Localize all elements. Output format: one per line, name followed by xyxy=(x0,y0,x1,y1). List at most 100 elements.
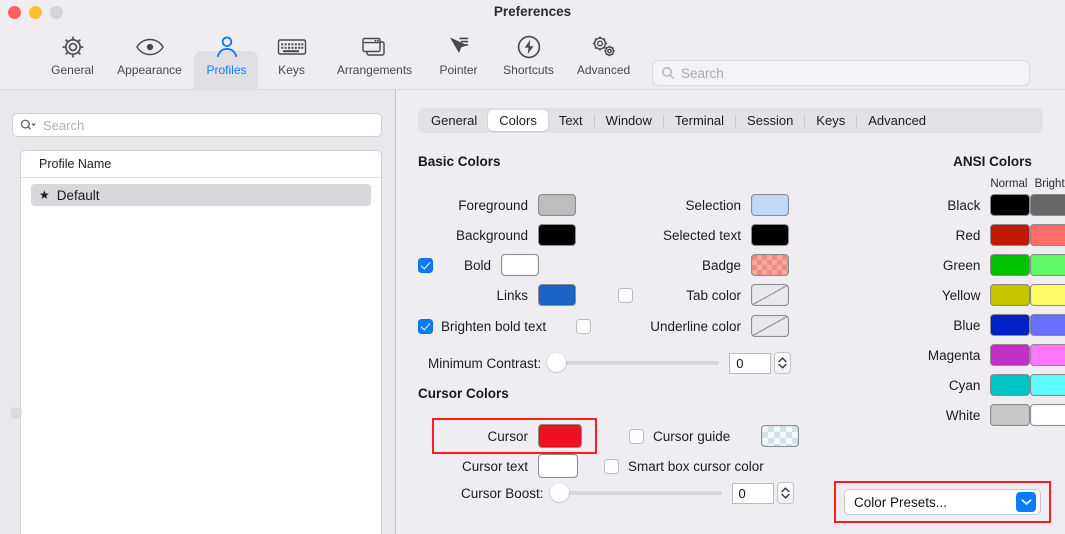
ansi-row-white: White xyxy=(920,400,1065,430)
ansi-blue-bright-swatch[interactable] xyxy=(1029,314,1065,336)
smart-box-cursor-checkbox[interactable] xyxy=(604,458,619,474)
ansi-white-bright-swatch[interactable] xyxy=(1029,404,1065,426)
sidebar-search-input[interactable]: Search xyxy=(12,113,382,137)
background-color-swatch[interactable] xyxy=(538,224,576,246)
links-label: Links xyxy=(496,287,528,303)
eye-icon xyxy=(135,32,165,62)
ansi-blue-normal-swatch[interactable] xyxy=(989,314,1030,336)
cursor-guide-checkbox[interactable] xyxy=(629,428,644,444)
ansi-row-cyan: Cyan xyxy=(920,370,1065,400)
sidebar-resize-handle[interactable] xyxy=(10,407,22,419)
cursor-guide-color-swatch[interactable] xyxy=(761,425,799,447)
ansi-black-normal-swatch[interactable] xyxy=(989,194,1030,216)
stepper-down-icon[interactable] xyxy=(778,363,787,369)
toolbar-item-label: Profiles xyxy=(206,63,247,77)
tab-session[interactable]: Session xyxy=(736,110,804,131)
cursor-boost-label: Cursor Boost: xyxy=(461,485,544,501)
bold-color-row: Bold xyxy=(418,253,539,277)
window-titlebar: Preferences xyxy=(0,0,1065,26)
ansi-green-bright-swatch[interactable] xyxy=(1029,254,1065,276)
tab-keys[interactable]: Keys xyxy=(805,110,856,131)
cursor-text-label: Cursor text xyxy=(461,458,528,474)
toolbar-item-pointer[interactable]: Pointer xyxy=(439,28,478,86)
brighten-bold-text-checkbox[interactable] xyxy=(418,318,433,334)
toolbar-item-general[interactable]: General xyxy=(51,28,94,86)
underline-color-checkbox[interactable] xyxy=(576,318,591,334)
gears-icon xyxy=(589,32,619,62)
cursor-boost-slider[interactable] xyxy=(549,483,722,502)
cursor-text-color-swatch[interactable] xyxy=(538,454,578,478)
ansi-yellow-bright-swatch[interactable] xyxy=(1029,284,1065,306)
main-panel: General Colors Text Window Terminal Sess… xyxy=(396,90,1065,534)
tab-terminal[interactable]: Terminal xyxy=(664,110,735,131)
profile-list-header: Profile Name xyxy=(21,151,381,178)
gear-icon xyxy=(60,32,86,62)
cursor-text-color-row: Cursor text xyxy=(434,454,578,478)
search-dropdown-icon[interactable] xyxy=(20,118,37,132)
tab-color-label: Tab color xyxy=(686,287,741,303)
badge-color-swatch[interactable] xyxy=(751,254,789,276)
toolbar-item-shortcuts[interactable]: Shortcuts xyxy=(503,28,554,86)
stepper-down-icon[interactable] xyxy=(780,493,790,499)
ansi-cyan-bright-swatch[interactable] xyxy=(1029,374,1065,396)
tab-bar: General Colors Text Window Terminal Sess… xyxy=(418,108,1043,133)
selected-text-color-swatch[interactable] xyxy=(751,224,789,246)
minimum-contrast-slider[interactable] xyxy=(547,353,720,372)
foreground-label: Foreground xyxy=(458,197,528,213)
windows-icon xyxy=(361,32,389,62)
ansi-green-normal-swatch[interactable] xyxy=(989,254,1030,276)
ansi-yellow-normal-swatch[interactable] xyxy=(989,284,1030,306)
star-icon: ★ xyxy=(39,188,50,202)
underline-color-swatch[interactable] xyxy=(751,315,789,337)
toolbar-item-label: Shortcuts xyxy=(503,63,554,77)
tab-window[interactable]: Window xyxy=(595,110,663,131)
toolbar-item-keys[interactable]: Keys xyxy=(277,28,306,86)
tab-colors[interactable]: Colors xyxy=(488,110,548,131)
tab-color-checkbox[interactable] xyxy=(618,287,633,303)
basic-colors-heading: Basic Colors xyxy=(418,154,501,169)
foreground-color-swatch[interactable] xyxy=(538,194,576,216)
toolbar-item-advanced[interactable]: Advanced xyxy=(577,28,630,86)
minimum-contrast-stepper[interactable] xyxy=(774,352,792,374)
toolbar-item-appearance[interactable]: Appearance xyxy=(117,28,182,86)
underline-color-label: Underline color xyxy=(650,318,741,334)
slider-knob[interactable] xyxy=(547,353,567,372)
toolbar-item-arrangements[interactable]: Arrangements xyxy=(337,28,412,86)
person-icon xyxy=(214,32,240,62)
ansi-magenta-bright-swatch[interactable] xyxy=(1029,344,1065,366)
minimum-contrast-value[interactable]: 0 xyxy=(729,352,772,374)
bold-color-swatch[interactable] xyxy=(501,254,539,276)
tab-general[interactable]: General xyxy=(420,110,488,131)
tab-color-swatch[interactable] xyxy=(751,284,789,306)
cursor-boost-value[interactable]: 0 xyxy=(731,482,774,504)
tab-text[interactable]: Text xyxy=(548,110,594,131)
badge-label: Badge xyxy=(701,257,741,273)
ansi-black-bright-swatch[interactable] xyxy=(1029,194,1065,216)
profile-list[interactable]: Profile Name ★ Default xyxy=(20,150,382,534)
ansi-label: Blue xyxy=(953,317,981,333)
slider-knob[interactable] xyxy=(549,483,569,502)
window-title: Preferences xyxy=(493,4,572,19)
ansi-row-black: Black xyxy=(920,190,1065,220)
links-color-swatch[interactable] xyxy=(538,284,576,306)
toolbar-item-label: Arrangements xyxy=(336,63,413,77)
list-item[interactable]: ★ Default xyxy=(31,184,371,206)
brighten-bold-text-row: Brighten bold text xyxy=(418,314,546,338)
bold-checkbox[interactable] xyxy=(418,257,433,273)
ansi-white-normal-swatch[interactable] xyxy=(989,404,1030,426)
bold-label: Bold xyxy=(463,257,491,273)
selection-color-swatch[interactable] xyxy=(751,194,789,216)
background-label: Background xyxy=(455,227,528,243)
cursor-colors-heading: Cursor Colors xyxy=(418,386,509,401)
ansi-red-bright-swatch[interactable] xyxy=(1029,224,1065,246)
cursor-boost-stepper[interactable] xyxy=(776,482,794,504)
background-color-row: Background xyxy=(418,223,576,247)
tab-advanced[interactable]: Advanced xyxy=(857,110,937,131)
toolbar-item-profiles[interactable]: Profiles xyxy=(207,28,247,86)
underline-color-row: Underline color xyxy=(576,314,789,338)
ansi-red-normal-swatch[interactable] xyxy=(989,224,1030,246)
cursor-boost-row: Cursor Boost: 0 xyxy=(461,482,794,504)
toolbar-search-input[interactable]: Search xyxy=(652,60,1030,86)
ansi-magenta-normal-swatch[interactable] xyxy=(989,344,1030,366)
ansi-cyan-normal-swatch[interactable] xyxy=(989,374,1030,396)
